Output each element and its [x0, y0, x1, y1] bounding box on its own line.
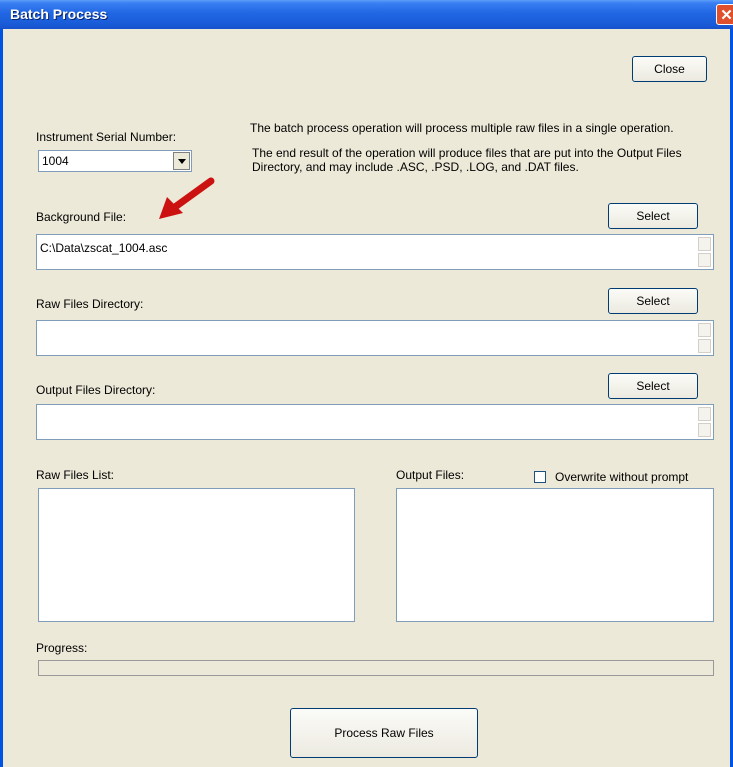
window-title: Batch Process	[10, 6, 108, 22]
raw-files-list-label: Raw Files List:	[36, 468, 115, 482]
background-file-label: Background File:	[36, 210, 127, 224]
serial-number-label: Instrument Serial Number:	[36, 130, 177, 144]
batch-process-window: Batch Process ✕ Close The batch process …	[0, 0, 733, 767]
progress-bar	[38, 660, 714, 676]
info-line-2b: Directory, and may include .ASC, .PSD, .…	[252, 160, 579, 174]
raw-files-directory-field[interactable]	[36, 320, 714, 356]
serial-number-value: 1004	[42, 154, 69, 168]
chevron-down-icon[interactable]	[173, 152, 190, 170]
raw-dir-field-scrollbar[interactable]	[698, 323, 711, 353]
background-select-button[interactable]: Select	[608, 203, 698, 229]
background-file-value: C:\Data\zscat_1004.asc	[40, 241, 168, 255]
process-raw-files-button[interactable]: Process Raw Files	[290, 708, 478, 758]
serial-number-select[interactable]: 1004	[38, 150, 192, 172]
close-button[interactable]: Close	[632, 56, 707, 82]
overwrite-label[interactable]: Overwrite without prompt	[555, 470, 688, 484]
progress-label: Progress:	[36, 641, 88, 655]
background-file-field[interactable]: C:\Data\zscat_1004.asc	[36, 234, 714, 270]
output-files-directory-label: Output Files Directory:	[36, 383, 156, 397]
output-dir-select-button[interactable]: Select	[608, 373, 698, 399]
output-dir-field-scrollbar[interactable]	[698, 407, 711, 437]
raw-files-directory-label: Raw Files Directory:	[36, 297, 144, 311]
title-bar[interactable]: Batch Process ✕	[0, 0, 733, 29]
info-line-2a: The end result of the operation will pro…	[252, 146, 682, 160]
raw-files-listbox[interactable]	[38, 488, 355, 622]
output-files-directory-field[interactable]	[36, 404, 714, 440]
red-arrow-icon	[159, 177, 215, 219]
output-files-listbox[interactable]	[396, 488, 714, 622]
output-files-label: Output Files:	[396, 468, 465, 482]
background-field-scrollbar[interactable]	[698, 237, 711, 267]
overwrite-checkbox[interactable]	[534, 471, 546, 483]
raw-dir-select-button[interactable]: Select	[608, 288, 698, 314]
window-close-icon[interactable]: ✕	[716, 4, 733, 25]
info-line-1: The batch process operation will process…	[250, 121, 674, 135]
